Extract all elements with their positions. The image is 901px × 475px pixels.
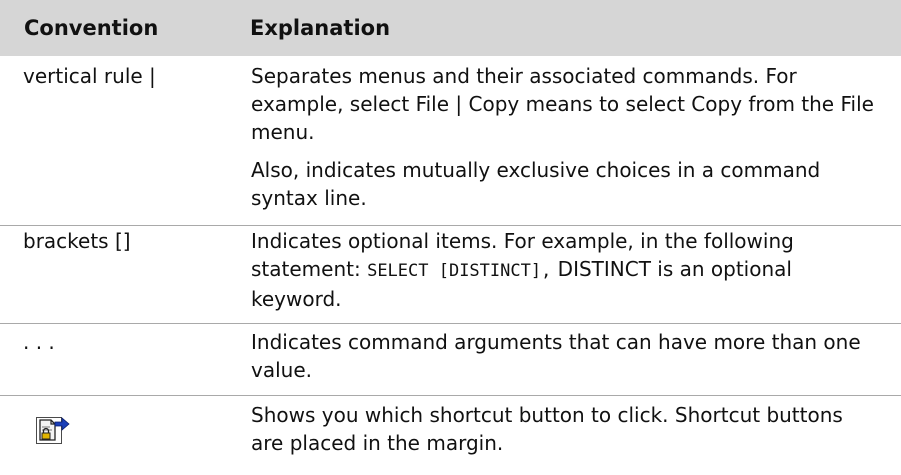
table-header: Convention Explanation <box>0 0 901 56</box>
explanation-paragraph: Also, indicates mutually exclusive choic… <box>251 158 821 210</box>
explanation-cell: Indicates optional items. For example, i… <box>251 227 881 313</box>
conventions-table: Convention Explanation vertical rule | S… <box>0 0 901 475</box>
code-sample: SELECT [DISTINCT], <box>367 261 552 281</box>
header-convention: Convention <box>24 16 159 40</box>
explanation-cell: Shows you which shortcut button to click… <box>251 403 843 455</box>
explanation-cell: Indicates command arguments that can hav… <box>251 330 861 382</box>
row-divider <box>0 323 901 324</box>
row-divider <box>0 395 901 396</box>
explanation-paragraph: Separates menus and their associated com… <box>251 64 874 144</box>
convention-cell: brackets [] <box>23 229 131 253</box>
explanation-cell: Separates menus and their associated com… <box>251 62 881 212</box>
convention-cell: vertical rule | <box>23 64 156 88</box>
row-divider <box>0 225 901 226</box>
header-explanation: Explanation <box>250 16 391 40</box>
shortcut-button-icon <box>36 417 70 444</box>
convention-cell: . . . <box>23 330 55 354</box>
